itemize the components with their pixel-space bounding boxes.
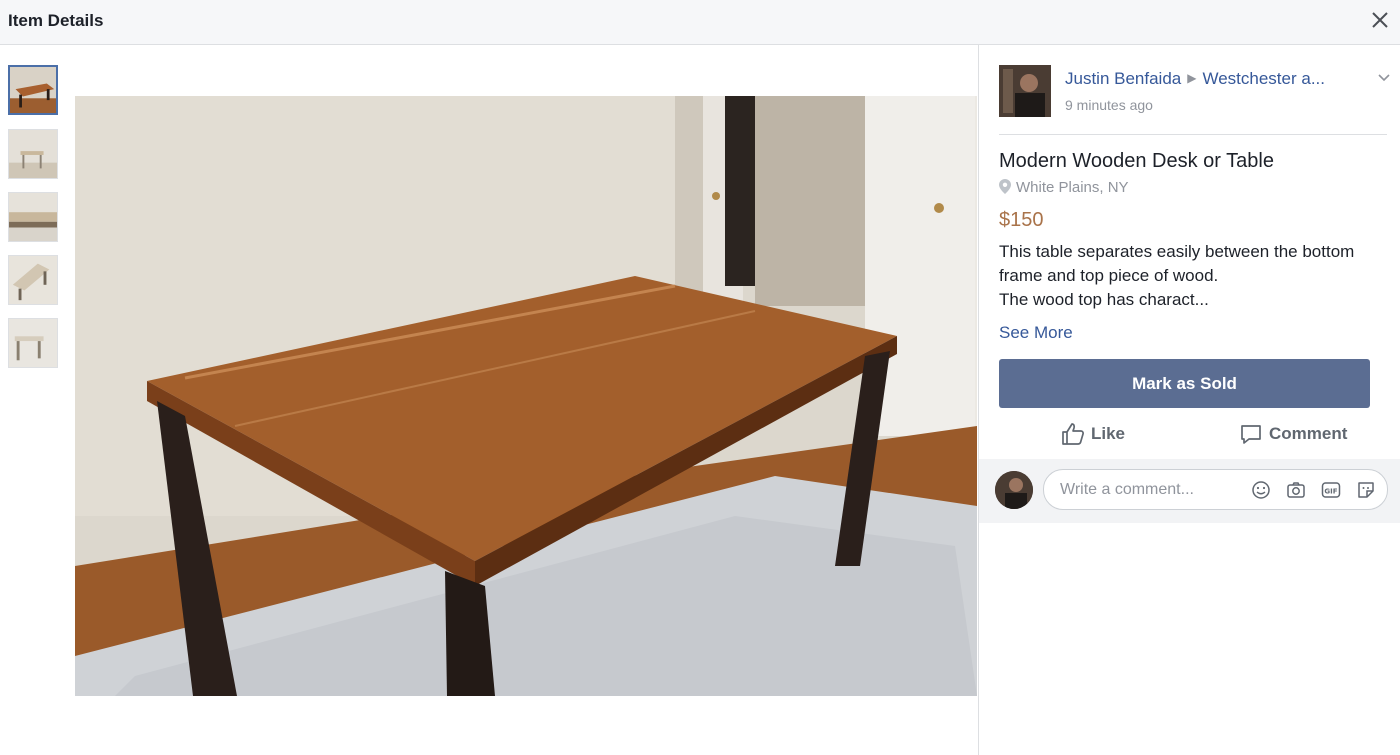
dialog-header: Item Details xyxy=(0,0,1400,45)
thumbnail-3[interactable] xyxy=(8,192,58,242)
header-divider xyxy=(999,134,1387,135)
group-name-link[interactable]: Westchester a... xyxy=(1202,69,1325,88)
seller-name-link[interactable]: Justin Benfaida xyxy=(1065,69,1181,88)
like-button[interactable]: Like xyxy=(1061,422,1125,446)
sticker-icon[interactable] xyxy=(1356,480,1376,500)
comment-icon xyxy=(1241,425,1261,444)
comment-button[interactable]: Comment xyxy=(1239,422,1347,446)
svg-text:GIF: GIF xyxy=(1324,488,1337,496)
mark-as-sold-button[interactable]: Mark as Sold xyxy=(999,359,1370,408)
chevron-down-icon[interactable] xyxy=(1376,69,1392,85)
location-pin-icon xyxy=(999,179,1011,194)
gif-icon[interactable]: GIF xyxy=(1321,480,1341,500)
details-panel: Justin Benfaida ▶ Westchester a... 9 minut… xyxy=(979,45,1400,755)
arrow-right-icon: ▶ xyxy=(1187,71,1197,85)
item-price: $150 xyxy=(999,209,1044,231)
camera-icon[interactable] xyxy=(1286,480,1306,500)
thumbnail-2[interactable] xyxy=(8,129,58,179)
post-timestamp[interactable]: 9 minutes ago xyxy=(1065,97,1153,113)
emoji-icon[interactable] xyxy=(1251,480,1271,500)
like-label: Like xyxy=(1091,424,1126,443)
comment-label: Comment xyxy=(1269,424,1348,443)
thumbnail-5[interactable] xyxy=(8,318,58,368)
item-location-text: White Plains, NY xyxy=(1016,179,1129,196)
like-icon xyxy=(1062,423,1084,445)
item-title: Modern Wooden Desk or Table xyxy=(999,150,1274,172)
seller-avatar[interactable] xyxy=(999,65,1051,117)
thumbnail-1[interactable] xyxy=(8,65,58,115)
item-location: White Plains, NY xyxy=(999,179,1129,196)
user-avatar xyxy=(995,471,1033,509)
item-description: This table separates easily between the … xyxy=(999,242,1355,309)
comment-input[interactable] xyxy=(1058,480,1242,500)
thumbnail-4[interactable] xyxy=(8,255,58,305)
dialog-title: Item Details xyxy=(8,11,104,30)
photo-gallery xyxy=(0,45,978,755)
seller-line: Justin Benfaida ▶ Westchester a... xyxy=(1065,69,1325,89)
see-more-link[interactable]: See More xyxy=(999,323,1073,343)
main-photo xyxy=(75,96,977,696)
close-icon[interactable] xyxy=(1368,8,1392,32)
comment-input-box[interactable]: GIF xyxy=(1043,469,1388,510)
comment-composer: GIF xyxy=(979,459,1400,523)
